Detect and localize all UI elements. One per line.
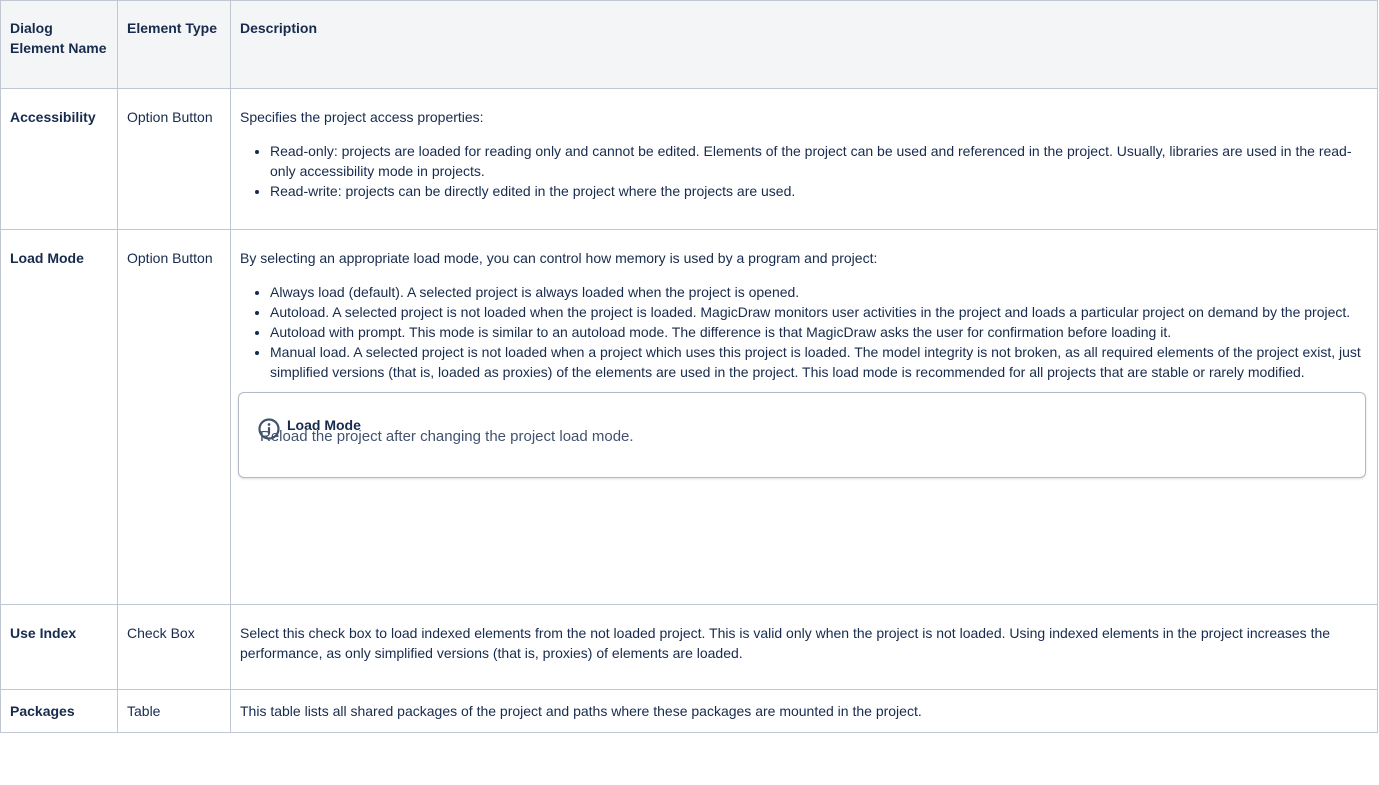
bullet-list: Always load (default). A selected projec… <box>240 282 1368 382</box>
list-item: Always load (default). A selected projec… <box>270 282 1368 302</box>
header-dialog-element-name: Dialog Element Name <box>0 0 118 89</box>
table-row: Use Index Check Box Select this check bo… <box>0 604 1378 690</box>
description-intro: By selecting an appropriate load mode, y… <box>240 250 878 266</box>
header-description: Description <box>230 0 1378 89</box>
row-type: Option Button <box>117 88 231 230</box>
row-description: This table lists all shared packages of … <box>230 689 1378 733</box>
table-row: Packages Table This table lists all shar… <box>0 689 1378 733</box>
list-item: Read-only: projects are loaded for readi… <box>270 141 1368 181</box>
row-description: Specifies the project access properties:… <box>230 88 1378 230</box>
row-type: Table <box>117 689 231 733</box>
table-header-row: Dialog Element Name Element Type Descrip… <box>0 0 1378 89</box>
row-description: Select this check box to load indexed el… <box>230 604 1378 690</box>
row-name: Use Index <box>0 604 118 690</box>
row-name: Packages <box>0 689 118 733</box>
description-intro: Specifies the project access properties: <box>240 109 484 125</box>
list-item: Read-write: projects can be directly edi… <box>270 181 1368 201</box>
row-name: Accessibility <box>0 88 118 230</box>
row-type: Check Box <box>117 604 231 690</box>
table-row: Load Mode Option Button By selecting an … <box>0 229 1378 605</box>
row-description: By selecting an appropriate load mode, y… <box>230 229 1378 605</box>
info-panel: Load Mode Reload the project after chang… <box>238 392 1366 478</box>
row-name: Load Mode <box>0 229 118 605</box>
list-item: Manual load. A selected project is not l… <box>270 342 1368 382</box>
table-row: Accessibility Option Button Specifies th… <box>0 88 1378 230</box>
info-panel-body: Reload the project after changing the pr… <box>260 428 634 445</box>
list-item: Autoload with prompt. This mode is simil… <box>270 322 1368 342</box>
list-item: Autoload. A selected project is not load… <box>270 302 1368 322</box>
row-type: Option Button <box>117 229 231 605</box>
header-element-type: Element Type <box>117 0 231 89</box>
bullet-list: Read-only: projects are loaded for readi… <box>240 141 1368 201</box>
dialog-elements-table: Dialog Element Name Element Type Descrip… <box>0 0 1378 733</box>
